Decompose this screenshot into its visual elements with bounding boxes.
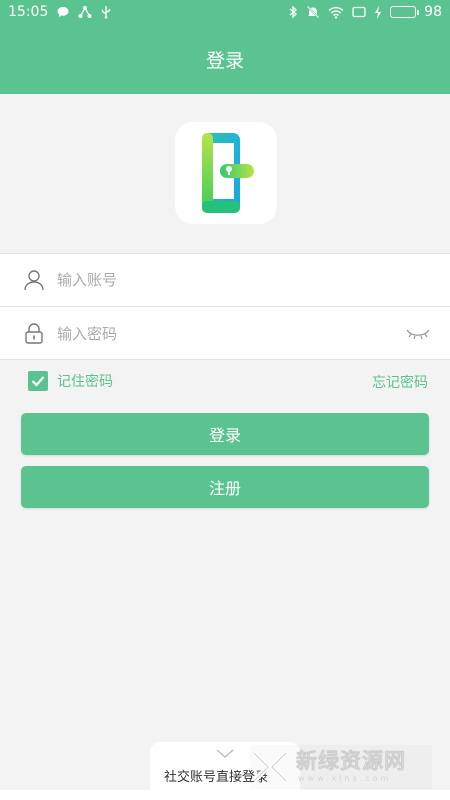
usb-icon bbox=[100, 5, 112, 19]
chevron-down-icon[interactable] bbox=[216, 749, 234, 759]
password-input[interactable] bbox=[57, 307, 387, 360]
watermark-url: www.xlhs.com bbox=[298, 774, 392, 783]
battery-icon bbox=[390, 6, 420, 18]
register-button[interactable]: 注册 bbox=[21, 466, 429, 508]
account-row bbox=[0, 254, 450, 307]
remember-checkbox[interactable] bbox=[28, 371, 48, 391]
forgot-password-link[interactable]: 忘记密码 bbox=[372, 372, 428, 392]
app-logo bbox=[175, 122, 277, 224]
bluetooth-icon bbox=[288, 5, 298, 19]
message-icon bbox=[56, 5, 70, 19]
watermark-text: 新绿资源网 bbox=[296, 749, 406, 773]
battery-level: 98 bbox=[424, 4, 442, 20]
eye-closed-icon[interactable] bbox=[406, 327, 430, 341]
charging-icon bbox=[374, 5, 382, 19]
watermark-logo-icon bbox=[252, 751, 288, 783]
user-icon bbox=[24, 270, 44, 291]
mute-icon bbox=[306, 5, 320, 19]
remember-label: 记住密码 bbox=[57, 374, 113, 390]
screen-icon bbox=[352, 6, 366, 18]
wifi-icon bbox=[328, 6, 344, 19]
status-bar: 15:05 98 bbox=[0, 0, 450, 24]
login-button[interactable]: 登录 bbox=[21, 413, 429, 455]
lock-door-logo-icon bbox=[202, 133, 254, 213]
login-form bbox=[0, 253, 450, 360]
bottom-strip bbox=[0, 790, 450, 800]
header: 登录 bbox=[0, 24, 450, 94]
page-title: 登录 bbox=[205, 49, 244, 72]
account-input[interactable] bbox=[57, 254, 387, 306]
check-icon bbox=[31, 376, 45, 387]
remember-password[interactable]: 记住密码 bbox=[28, 370, 113, 392]
status-time: 15:05 bbox=[8, 4, 49, 20]
watermark: 新绿资源网 www.xlhs.com bbox=[250, 745, 432, 789]
lock-icon bbox=[25, 323, 43, 344]
share-icon bbox=[78, 5, 92, 19]
password-row bbox=[0, 307, 450, 360]
